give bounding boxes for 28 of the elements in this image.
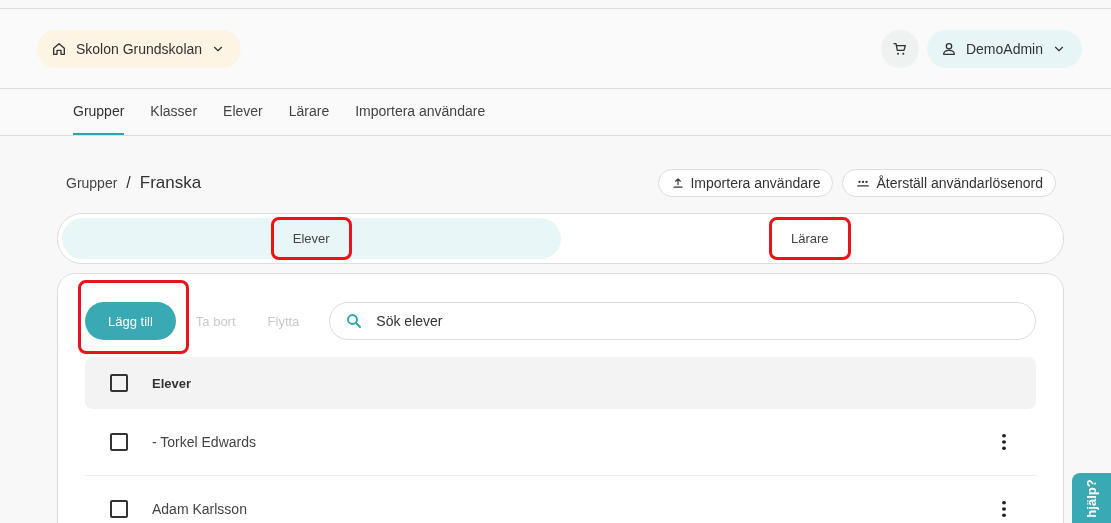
nav-tab[interactable]: Klasser: [137, 89, 211, 135]
user-menu[interactable]: DemoAdmin: [926, 29, 1082, 68]
upload-icon: [671, 176, 686, 190]
checkbox[interactable]: [110, 500, 128, 518]
school-selector[interactable]: Skolon Grundskolan: [37, 29, 242, 68]
person-icon: [940, 40, 957, 57]
segment-tab[interactable]: Lärare: [560, 218, 1059, 259]
action-button[interactable]: Återställ användarlösenord: [842, 169, 1056, 197]
nav-tab[interactable]: Grupper: [60, 89, 138, 135]
table-cell-text: Adam Karlsson: [152, 501, 248, 517]
more-icon: [1002, 501, 1006, 517]
breadcrumb-separator: /: [126, 174, 131, 192]
home-icon: [51, 40, 67, 57]
checkbox[interactable]: [110, 433, 128, 451]
nav-tab[interactable]: Importera användare: [342, 89, 499, 135]
table-cell-text: - Torkel Edwards: [152, 434, 257, 450]
column-header: Elever: [152, 375, 192, 391]
nav-tab[interactable]: Elever: [210, 89, 276, 135]
nav-tab[interactable]: Lärare: [275, 89, 343, 135]
cart-button[interactable]: [880, 29, 919, 68]
checkbox[interactable]: [110, 374, 128, 392]
page-title: Franska: [139, 173, 202, 193]
action-button[interactable]: Importera användare: [658, 169, 834, 197]
cart-icon: [891, 40, 908, 57]
search-field[interactable]: Sök elever: [329, 302, 1036, 340]
segment-tab[interactable]: Elever: [62, 218, 561, 259]
breadcrumb-link[interactable]: Grupper: [66, 175, 118, 191]
more-icon: [1002, 434, 1006, 450]
